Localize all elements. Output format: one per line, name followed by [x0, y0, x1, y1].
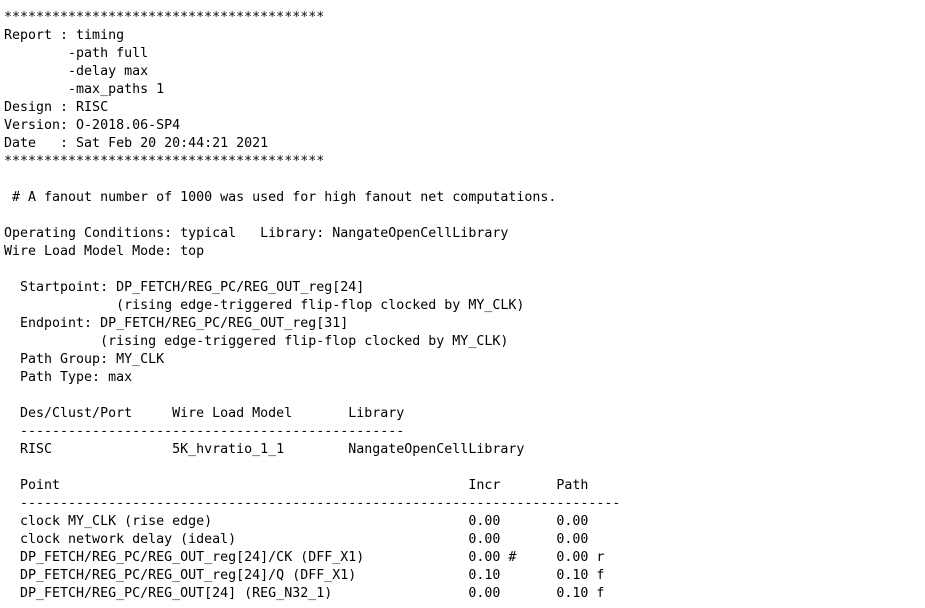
report-line: # A fanout number of 1000 was used for h… — [4, 190, 557, 205]
report-line: Des/Clust/Port Wire Load Model Library — [4, 406, 405, 421]
report-line — [4, 207, 925, 225]
report-line: Path Group: MY_CLK — [4, 352, 165, 367]
report-line: Date : Sat Feb 20 20:44:21 2021 — [4, 136, 269, 151]
report-line: -max_paths 1 — [4, 82, 165, 97]
report-line: **************************************** — [4, 154, 325, 169]
report-line: DP_FETCH/REG_PC/REG_OUT_reg[24]/CK (DFF_… — [4, 550, 605, 565]
report-line: (rising edge-triggered flip-flop clocked… — [4, 334, 509, 349]
report-line: **************************************** — [4, 10, 325, 25]
report-line: clock MY_CLK (rise edge) 0.00 0.00 — [4, 514, 589, 529]
report-line: -delay max — [4, 64, 149, 79]
report-line: Startpoint: DP_FETCH/REG_PC/REG_OUT_reg[… — [4, 280, 365, 295]
report-line: Operating Conditions: typical Library: N… — [4, 226, 509, 241]
report-line: ----------------------------------------… — [4, 424, 405, 439]
report-line: (rising edge-triggered flip-flop clocked… — [4, 298, 525, 313]
report-line — [4, 459, 925, 477]
timing-report: ****************************************… — [0, 0, 925, 603]
report-line: RISC 5K_hvratio_1_1 NangateOpenCellLibra… — [4, 442, 525, 457]
report-line: DP_FETCH/REG_PC/REG_OUT[24] (REG_N32_1) … — [4, 586, 605, 601]
report-line: Design : RISC — [4, 100, 109, 115]
report-line: -path full — [4, 46, 149, 61]
report-line: Wire Load Model Mode: top — [4, 244, 205, 259]
report-line: Point Incr Path — [4, 478, 589, 493]
report-line — [4, 171, 925, 189]
report-line: clock network delay (ideal) 0.00 0.00 — [4, 532, 589, 547]
report-line: Endpoint: DP_FETCH/REG_PC/REG_OUT_reg[31… — [4, 316, 349, 331]
report-line — [4, 387, 925, 405]
report-line: Path Type: max — [4, 370, 133, 385]
report-line: DP_FETCH/REG_PC/REG_OUT_reg[24]/Q (DFF_X… — [4, 568, 605, 583]
report-line — [4, 261, 925, 279]
report-line: Report : timing — [4, 28, 125, 43]
report-line: ----------------------------------------… — [4, 496, 621, 511]
report-line: Version: O-2018.06-SP4 — [4, 118, 181, 133]
